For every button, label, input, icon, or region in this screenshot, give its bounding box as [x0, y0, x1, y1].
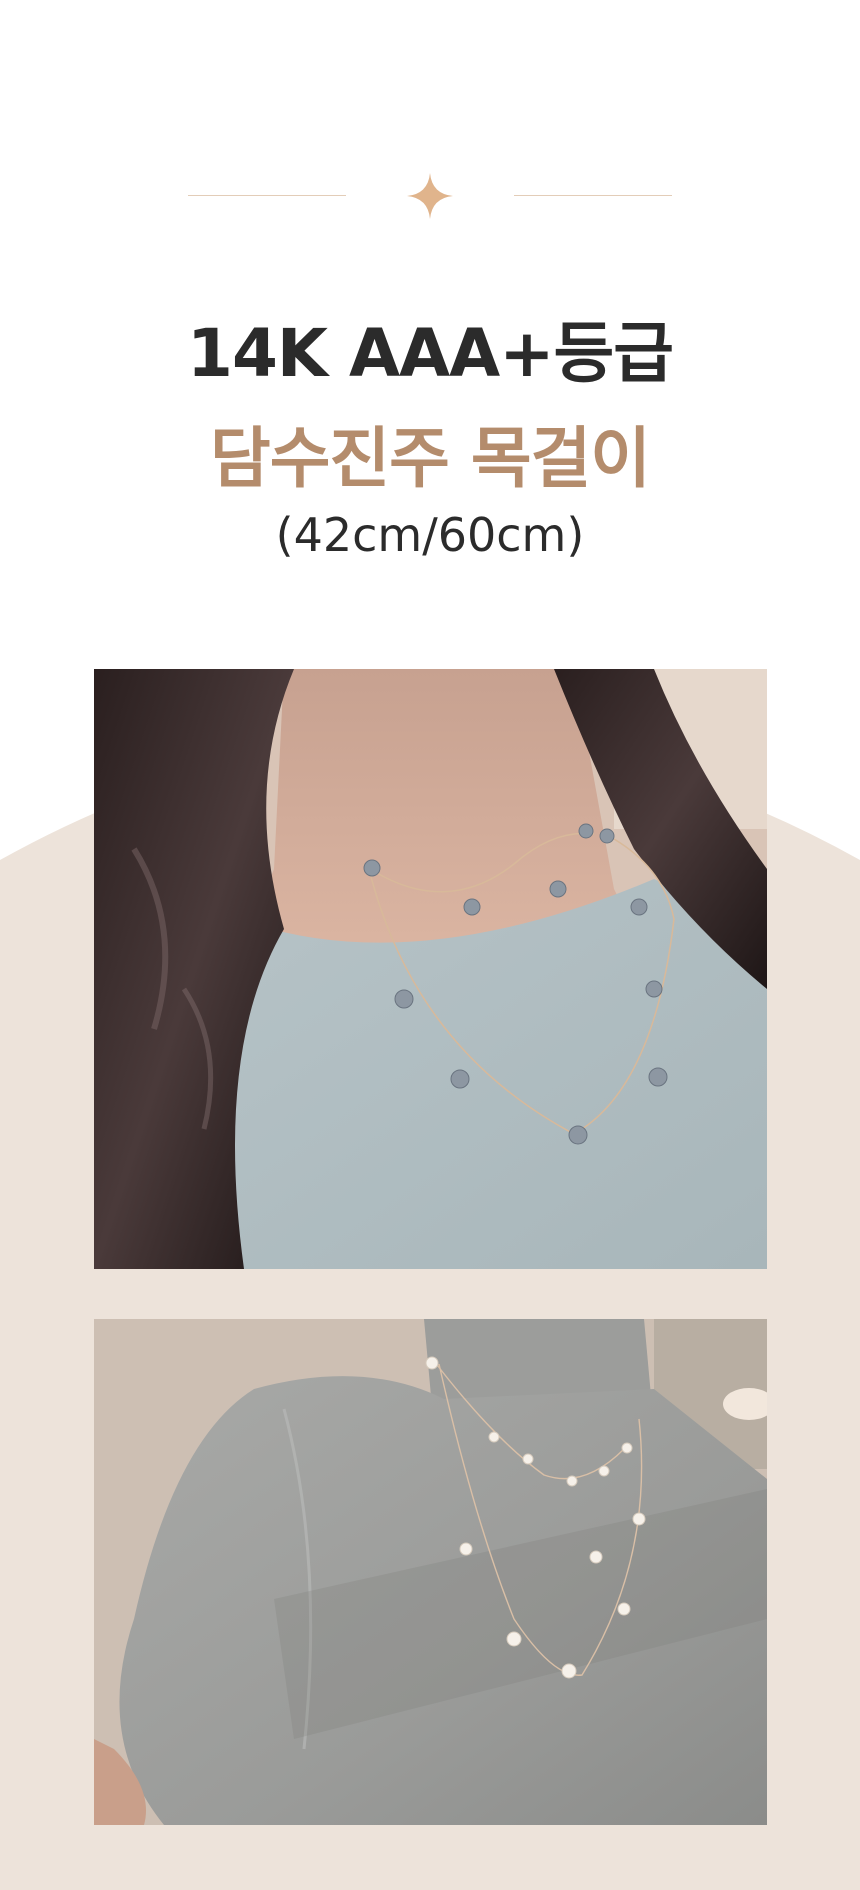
- product-photo-2: [94, 1319, 767, 1825]
- divider-line-right: [514, 195, 672, 196]
- product-photo-1: [94, 669, 767, 1269]
- divider-line-left: [188, 195, 346, 196]
- product-size: (42cm/60cm): [275, 508, 585, 562]
- product-title-line1: 14K AAA+등급: [187, 315, 674, 392]
- product-title-line2: 담수진주 목걸이: [209, 420, 651, 497]
- sparkle-icon: [407, 173, 453, 219]
